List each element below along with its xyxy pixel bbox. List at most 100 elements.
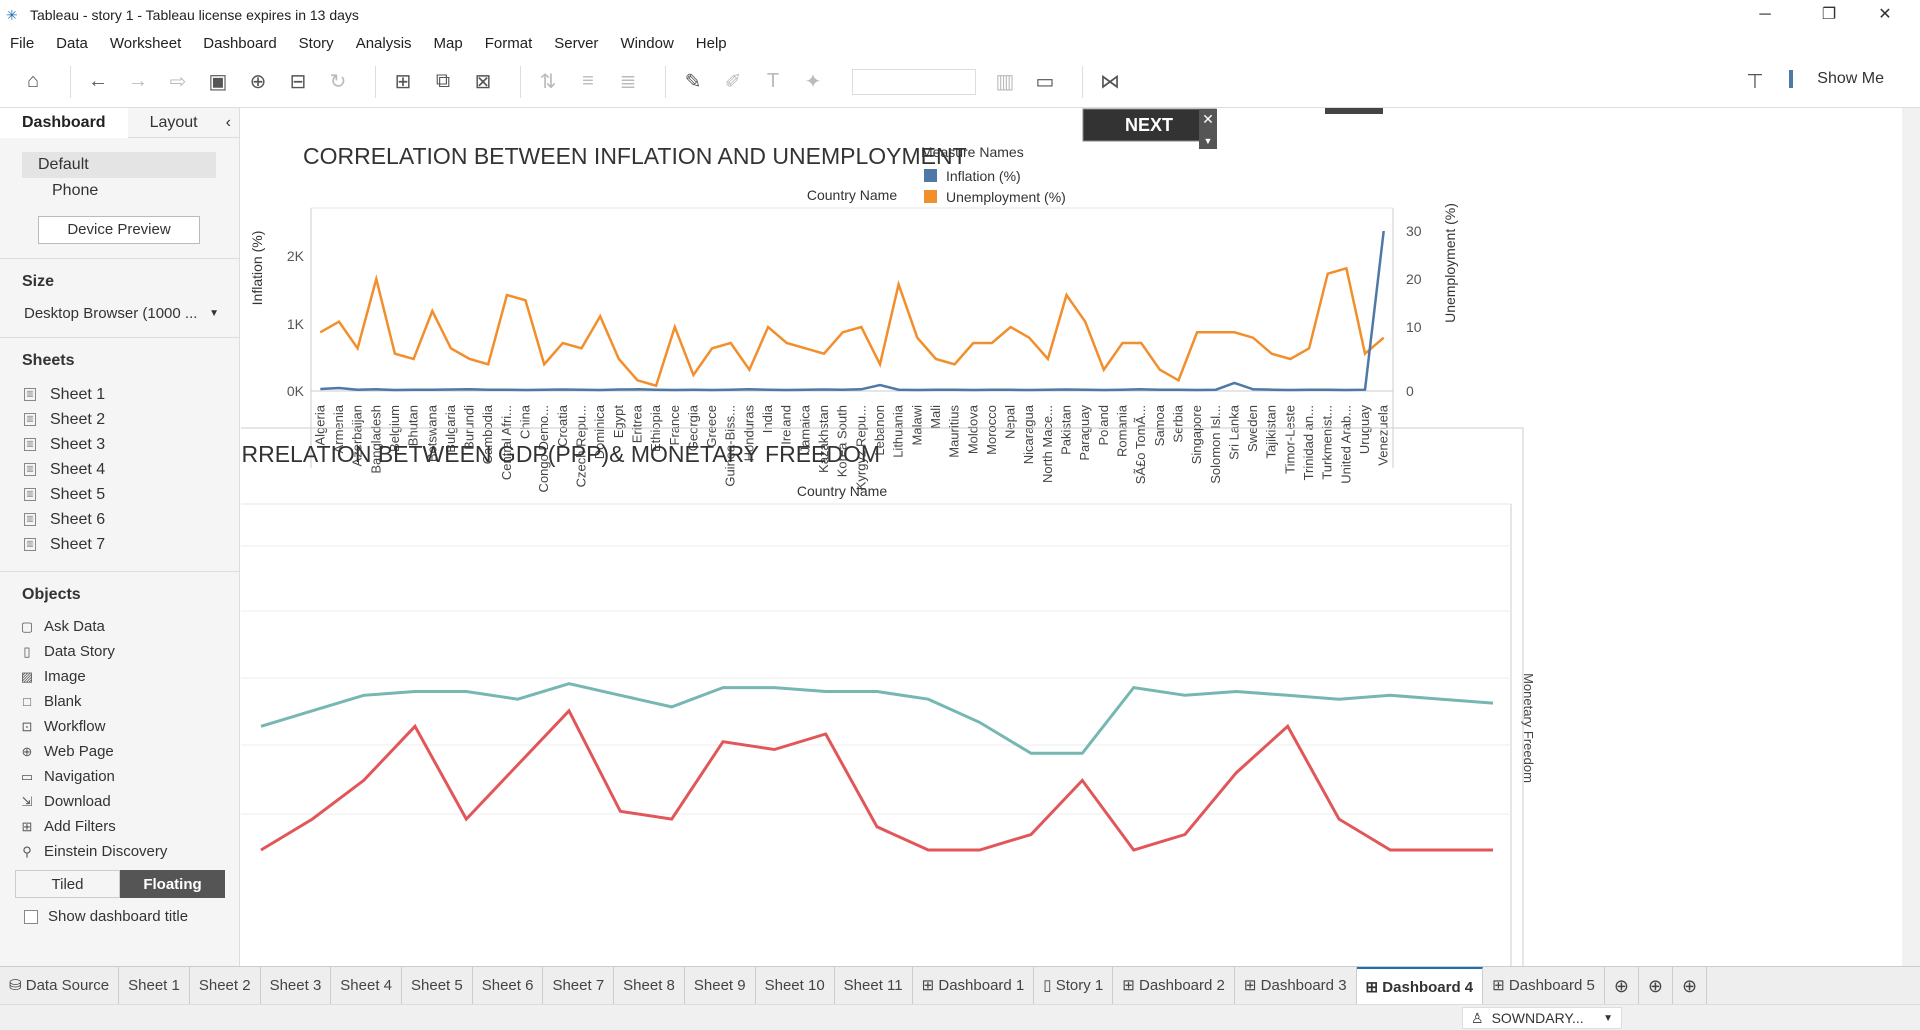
- vertical-scrollbar[interactable]: [1902, 108, 1920, 966]
- sheet-item[interactable]: ▥ Sheet 4: [24, 457, 239, 482]
- duplicate-icon[interactable]: ⧉: [428, 67, 458, 97]
- menu-dashboard[interactable]: Dashboard: [203, 35, 276, 52]
- country-tick: North Mace...: [1040, 405, 1055, 483]
- tab-sheet-8[interactable]: Sheet 8: [614, 966, 685, 1005]
- cards-icon[interactable]: ▥: [990, 67, 1020, 97]
- unemployment-line: [319, 266, 1385, 388]
- tab-sheet-7[interactable]: Sheet 7: [543, 966, 615, 1005]
- tab-story-1[interactable]: ▯ Story 1: [1034, 966, 1114, 1005]
- user-menu[interactable]: ♙ SOWNDARY... ▼: [1462, 1007, 1622, 1029]
- country-tick: India: [760, 404, 775, 433]
- close-icon[interactable]: ✕: [1862, 0, 1908, 30]
- device-preview-button[interactable]: Device Preview: [38, 216, 200, 244]
- save-icon[interactable]: ▣: [203, 67, 233, 97]
- annotate-icon[interactable]: ✐: [718, 67, 748, 97]
- tab-data-source[interactable]: ⛁ Data Source: [0, 966, 120, 1005]
- sheet-item[interactable]: ▥ Sheet 7: [24, 532, 239, 557]
- object-image[interactable]: ▨ Image: [20, 664, 239, 689]
- tab-dashboard-4[interactable]: ⊞ Dashboard 4: [1356, 966, 1484, 1005]
- dropdown-arrow-icon: ▼: [209, 308, 219, 319]
- country-tick: Tajikistan: [1264, 405, 1279, 458]
- sheet-item[interactable]: ▥ Sheet 6: [24, 507, 239, 532]
- tab-dashboard[interactable]: Dashboard: [0, 107, 128, 138]
- tiled-button[interactable]: Tiled: [15, 870, 120, 898]
- tab-dashboard-1[interactable]: ⊞ Dashboard 1: [913, 966, 1035, 1005]
- tab-sheet-3[interactable]: Sheet 3: [261, 966, 332, 1005]
- highlight-icon[interactable]: ✎: [678, 67, 708, 97]
- dashboard-canvas: CORRELATION BETWEEN INFLATION AND UNEMPL…: [202, 108, 1901, 969]
- menu-help[interactable]: Help: [696, 35, 727, 52]
- tab-sheet-10[interactable]: Sheet 10: [756, 966, 835, 1005]
- size-select[interactable]: Desktop Browser (1000 ... ▼: [24, 305, 219, 323]
- object-download[interactable]: ⇲ Download: [20, 789, 239, 814]
- drag-handle: [1325, 108, 1383, 114]
- new-story-tab-icon[interactable]: ⊕: [1673, 966, 1708, 1005]
- object-data-story[interactable]: ▯ Data Story: [20, 639, 239, 664]
- undo-icon[interactable]: ←: [83, 67, 113, 97]
- sheet-item[interactable]: ▥ Sheet 2: [24, 407, 239, 432]
- new-dashboard-tab-icon[interactable]: ⊕: [1639, 966, 1673, 1005]
- new-worksheet-icon[interactable]: ⊞: [388, 67, 418, 97]
- show-me-button[interactable]: Show Me: [1789, 70, 1884, 88]
- new-worksheet-tab-icon[interactable]: ⊕: [1605, 966, 1639, 1005]
- device-default[interactable]: Default: [22, 152, 216, 178]
- floating-button[interactable]: Floating: [120, 870, 225, 898]
- object-workflow[interactable]: ⊡ Workflow: [20, 714, 239, 739]
- device-phone[interactable]: Phone: [22, 178, 239, 204]
- refresh-icon[interactable]: ↻: [323, 67, 353, 97]
- object-einstein-discovery[interactable]: ⚲ Einstein Discovery: [20, 839, 239, 864]
- show-title-checkbox[interactable]: Show dashboard title: [24, 908, 239, 925]
- swap-icon[interactable]: ⇅: [533, 67, 563, 97]
- tab-sheet-2[interactable]: Sheet 2: [190, 966, 261, 1005]
- labels-icon[interactable]: T: [758, 67, 788, 97]
- new-data-source-icon[interactable]: ⊕: [243, 67, 273, 97]
- replay-icon[interactable]: ⇨: [163, 67, 193, 97]
- tab-sheet-1[interactable]: Sheet 1: [119, 966, 190, 1005]
- tab-sheet-4[interactable]: Sheet 4: [331, 966, 403, 1005]
- sheet-item[interactable]: ▥ Sheet 5: [24, 482, 239, 507]
- menu-analysis[interactable]: Analysis: [356, 35, 412, 52]
- pin-icon[interactable]: ✦: [798, 67, 828, 97]
- sort-descending-icon[interactable]: ≣: [613, 67, 643, 97]
- menu-data[interactable]: Data: [56, 35, 88, 52]
- chart2-frame: [202, 427, 1524, 969]
- clear-icon[interactable]: ⊠: [468, 67, 498, 97]
- object-web-page[interactable]: ⊕ Web Page: [20, 739, 239, 764]
- tab-sheet-6[interactable]: Sheet 6: [473, 966, 544, 1005]
- menu-window[interactable]: Window: [620, 35, 673, 52]
- sheet-item[interactable]: ▥ Sheet 1: [24, 382, 239, 407]
- tab-sheet-5[interactable]: Sheet 5: [402, 966, 473, 1005]
- menu-map[interactable]: Map: [434, 35, 463, 52]
- menu-server[interactable]: Server: [554, 35, 598, 52]
- tab-dashboard-5[interactable]: ⊞ Dashboard 5: [1483, 966, 1605, 1005]
- menu-story[interactable]: Story: [299, 35, 334, 52]
- left-tick: 2K: [287, 248, 305, 264]
- right-tick: 10: [1406, 319, 1422, 335]
- object-add-filters[interactable]: ⊞ Add Filters: [20, 814, 239, 839]
- object-blank[interactable]: □ Blank: [20, 689, 239, 714]
- object-navigation[interactable]: ▭ Navigation: [20, 764, 239, 789]
- sheet-item[interactable]: ▥ Sheet 3: [24, 432, 239, 457]
- redo-icon[interactable]: →: [123, 67, 153, 97]
- fit-select[interactable]: [852, 68, 976, 95]
- tab-layout[interactable]: Layout: [128, 108, 220, 138]
- menu-worksheet[interactable]: Worksheet: [110, 35, 181, 52]
- tab-sheet-9[interactable]: Sheet 9: [685, 966, 756, 1005]
- collapse-icon[interactable]: ‹: [226, 114, 231, 132]
- pause-updates-icon[interactable]: ⊟: [283, 67, 313, 97]
- share-icon[interactable]: ⋈: [1095, 67, 1125, 97]
- presentation-icon[interactable]: ▭: [1030, 67, 1060, 97]
- sort-ascending-icon[interactable]: ≡: [573, 67, 603, 97]
- minimize-icon[interactable]: ─: [1742, 0, 1788, 30]
- tab-dashboard-2[interactable]: ⊞ Dashboard 2: [1113, 966, 1235, 1005]
- object-ask-data[interactable]: ▢ Ask Data: [20, 614, 239, 639]
- country-tick: United Arab...: [1338, 405, 1353, 484]
- menu-file[interactable]: File: [10, 35, 34, 52]
- tab-sheet-11[interactable]: Sheet 11: [835, 966, 913, 1005]
- home-icon[interactable]: ⌂: [18, 67, 48, 97]
- menu-format[interactable]: Format: [485, 35, 533, 52]
- status-bar: ♙ SOWNDARY... ▼: [0, 1004, 1920, 1030]
- format-painter-icon[interactable]: ⊤: [1740, 66, 1770, 96]
- tab-dashboard-3[interactable]: ⊞ Dashboard 3: [1235, 966, 1357, 1005]
- restore-icon[interactable]: ❐: [1806, 0, 1852, 30]
